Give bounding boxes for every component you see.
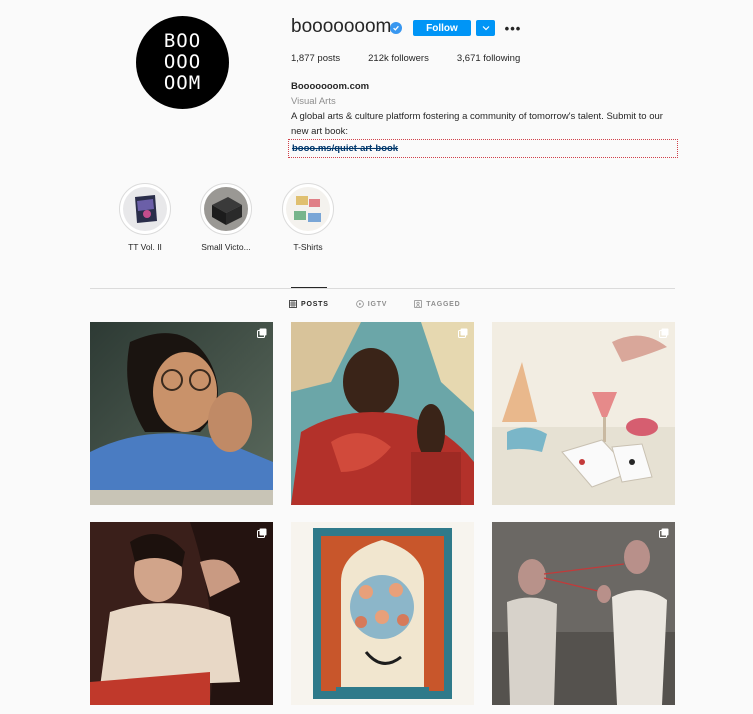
grid-icon	[289, 300, 297, 308]
highlight-ring	[200, 183, 252, 235]
igtv-icon	[355, 300, 364, 308]
tab-tagged-label: TAGGED	[426, 300, 461, 308]
active-tab-indicator	[291, 287, 327, 288]
post-thumbnail-6[interactable]	[492, 522, 675, 705]
highlight-label: Small Victo...	[201, 242, 251, 252]
profile-tabs: POSTS IGTV TAGGED	[289, 300, 488, 308]
highlight-label: TT Vol. II	[128, 242, 162, 252]
tabs-divider	[90, 288, 675, 289]
chevron-down-icon	[482, 26, 489, 31]
follow-button[interactable]: Follow	[413, 20, 471, 36]
woman-reclining-image	[90, 522, 273, 705]
highlight-tt-vol-ii[interactable]: TT Vol. II	[105, 183, 185, 252]
tab-tagged[interactable]: TAGGED	[414, 300, 460, 308]
tab-igtv-label: IGTV	[367, 300, 388, 308]
verified-badge-icon	[390, 22, 402, 34]
bio-category: Visual Arts	[291, 96, 336, 107]
multiple-images-icon	[659, 528, 669, 538]
multiple-images-icon	[458, 328, 468, 338]
tab-posts-label: POSTS	[301, 300, 329, 308]
tshirts-icon	[286, 187, 330, 231]
avatar-logo-text: BOO OOO OOM	[163, 30, 202, 94]
black-box-icon	[204, 187, 248, 231]
following-link[interactable]: 3,671 following	[457, 53, 520, 64]
surreal-table-image	[492, 322, 675, 505]
highlight-ring	[119, 183, 171, 235]
tag-icon	[414, 300, 423, 308]
highlight-ring	[282, 183, 334, 235]
suggested-accounts-dropdown-button[interactable]	[476, 20, 495, 36]
man-in-red-sweater-image	[291, 322, 474, 505]
post-thumbnail-3[interactable]	[492, 322, 675, 505]
profile-avatar[interactable]: BOO OOO OOM	[136, 16, 229, 109]
bio-name: Booooooom.com	[291, 81, 370, 92]
post-thumbnail-4[interactable]	[90, 522, 273, 705]
post-thumbnail-5[interactable]	[291, 522, 474, 705]
posts-count: 1,877 posts	[291, 53, 341, 64]
multiple-images-icon	[257, 528, 267, 538]
post-thumbnail-2[interactable]	[291, 322, 474, 505]
woman-with-glasses-image	[90, 322, 273, 505]
book-cover-icon	[123, 187, 167, 231]
profile-stats: 1,877 posts 212k followers 3,671 followi…	[291, 53, 548, 64]
bio-text: A global arts & culture platform fosteri…	[291, 111, 663, 137]
post-thumbnail-1[interactable]	[90, 322, 273, 505]
multiple-images-icon	[257, 328, 267, 338]
profile-username: booooooom	[291, 16, 392, 37]
followers-link[interactable]: 212k followers	[368, 53, 429, 64]
highlight-t-shirts[interactable]: T-Shirts	[268, 183, 348, 252]
highlight-small-victories[interactable]: Small Victo...	[186, 183, 266, 252]
bio-link[interactable]: booo.ms/quiet-art-book	[288, 139, 678, 158]
multiple-images-icon	[659, 328, 669, 338]
tab-igtv[interactable]: IGTV	[355, 300, 388, 308]
more-options-button[interactable]: •••	[505, 21, 521, 36]
profile-bio: Booooooom.com Visual Arts A global arts …	[288, 79, 681, 158]
two-people-with-string-image	[492, 522, 675, 705]
arched-window-illustration-image	[291, 522, 474, 705]
tab-posts[interactable]: POSTS	[289, 300, 329, 308]
highlight-label: T-Shirts	[293, 242, 323, 252]
